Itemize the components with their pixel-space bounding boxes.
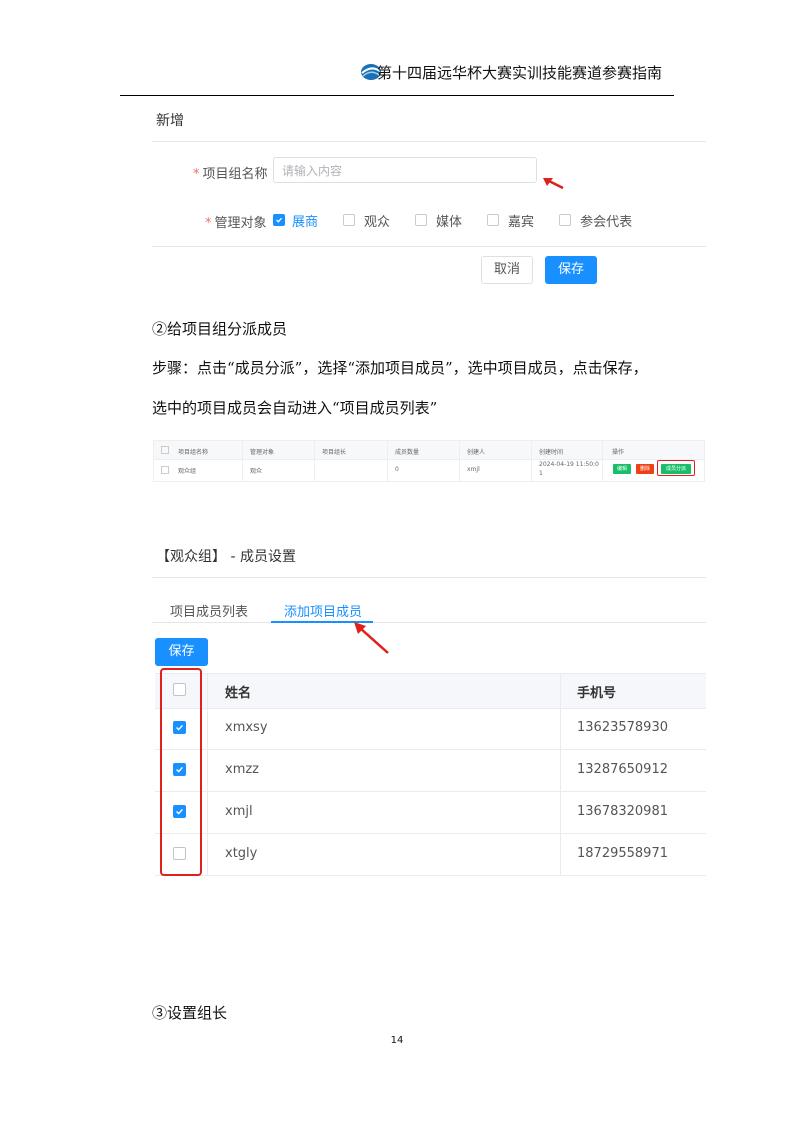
option-guest[interactable]: 嘉宾 (487, 211, 534, 230)
member-name: xmzz (225, 762, 260, 777)
member-name: xmxsy (225, 720, 268, 735)
table-cell: 0 (395, 466, 399, 473)
table-cell: 观众 (250, 468, 263, 475)
header-cell: 成员数量 (395, 449, 420, 456)
member-settings-title: 【观众组】 - 成员设置 (156, 549, 296, 565)
column-divider (207, 673, 208, 876)
annotation-arrow-icon (354, 622, 389, 654)
member-table: 姓名 手机号 xmxsy 13623578930 xmzz 1328765091… (155, 673, 706, 876)
option-exhibitor[interactable]: 展商 (273, 211, 318, 230)
form-title: 新增 (156, 113, 184, 129)
document-header-title: 第十四届远华杯大赛实训技能赛道参赛指南 (376, 64, 662, 82)
column-header-name: 姓名 (225, 686, 252, 701)
header-cell: 创建时间 (539, 449, 564, 456)
header-cell: 项目组名称 (178, 449, 209, 456)
column-divider (602, 441, 603, 481)
delete-button[interactable]: 删除 (636, 464, 654, 474)
required-mark: * (205, 216, 212, 231)
column-divider (387, 441, 388, 481)
checkbox-icon (487, 214, 500, 226)
header-cell: 操作 (612, 449, 625, 456)
column-divider (560, 673, 561, 876)
column-divider (314, 441, 315, 481)
member-name: xtgly (225, 846, 258, 861)
table-cell: 1 (539, 470, 543, 477)
divider (152, 577, 706, 578)
checkbox-checked-icon (273, 214, 285, 226)
option-media[interactable]: 媒体 (415, 211, 462, 230)
project-group-table: 项目组名称 管理对象 项目组长 成员数量 创建人 创建时间 操作 观众组 观众 … (153, 440, 705, 482)
group-name-label: * 项目组名称 (193, 167, 268, 182)
table-cell: xmjl (467, 466, 480, 473)
group-name-input[interactable]: 请输入内容 (273, 157, 537, 183)
checkbox-icon (343, 214, 356, 226)
table-row[interactable]: xmjl 13678320981 (155, 791, 706, 834)
option-delegate[interactable]: 参会代表 (559, 211, 632, 230)
tab-add-member[interactable]: 添加项目成员 (284, 601, 362, 620)
save-members-button[interactable]: 保存 (155, 638, 208, 666)
tab-bar-divider (152, 622, 706, 623)
annotation-highlight-box (160, 668, 202, 876)
table-row[interactable]: xmzz 13287650912 (155, 749, 706, 792)
member-phone: 13623578930 (577, 720, 668, 735)
member-phone: 13678320981 (577, 804, 668, 819)
table-row[interactable]: xmxsy 13623578930 (155, 707, 706, 750)
header-rule (120, 95, 674, 96)
step3-heading: ③设置组长 (152, 1004, 228, 1022)
checkbox-icon[interactable] (161, 446, 169, 454)
member-phone: 18729558971 (577, 846, 668, 861)
member-phone: 13287650912 (577, 762, 668, 777)
target-checkbox-group: 展商 观众 媒体 嘉宾 参会代表 (273, 211, 632, 230)
header-cell: 创建人 (467, 449, 486, 456)
column-divider (531, 441, 532, 481)
header-cell: 项目组长 (322, 449, 347, 456)
management-target-label: * 管理对象 (205, 216, 267, 231)
divider (152, 141, 706, 142)
save-button[interactable]: 保存 (545, 256, 597, 284)
step2-instruction-line2: 选中的项目成员会自动进入“项目成员列表” (152, 399, 438, 417)
annotation-arrow-icon (543, 178, 564, 190)
table-row[interactable]: xtgly 18729558971 (155, 833, 706, 876)
tab-member-list[interactable]: 项目成员列表 (170, 601, 248, 620)
required-mark: * (193, 167, 200, 182)
step2-instruction-line1: 步骤：点击“成员分派”，选择“添加项目成员”，选中项目成员，点击保存， (152, 359, 648, 377)
edit-button[interactable]: 编辑 (613, 464, 631, 474)
column-divider (242, 441, 243, 481)
table-cell: 2024-04-19 11:50:0 (539, 461, 599, 468)
member-name: xmjl (225, 804, 253, 819)
header-cell: 管理对象 (250, 449, 275, 456)
checkbox-icon (415, 214, 428, 226)
checkbox-icon (559, 214, 572, 226)
checkbox-icon[interactable] (161, 466, 169, 474)
column-divider (459, 441, 460, 481)
column-header-phone: 手机号 (577, 686, 617, 701)
step2-heading: ②给项目组分派成员 (152, 320, 288, 338)
divider (152, 246, 706, 247)
table-cell: 观众组 (178, 468, 197, 475)
option-audience[interactable]: 观众 (343, 211, 390, 230)
annotation-highlight-box (657, 460, 695, 476)
cancel-button[interactable]: 取消 (481, 256, 533, 284)
page-number: 14 (390, 1035, 404, 1046)
